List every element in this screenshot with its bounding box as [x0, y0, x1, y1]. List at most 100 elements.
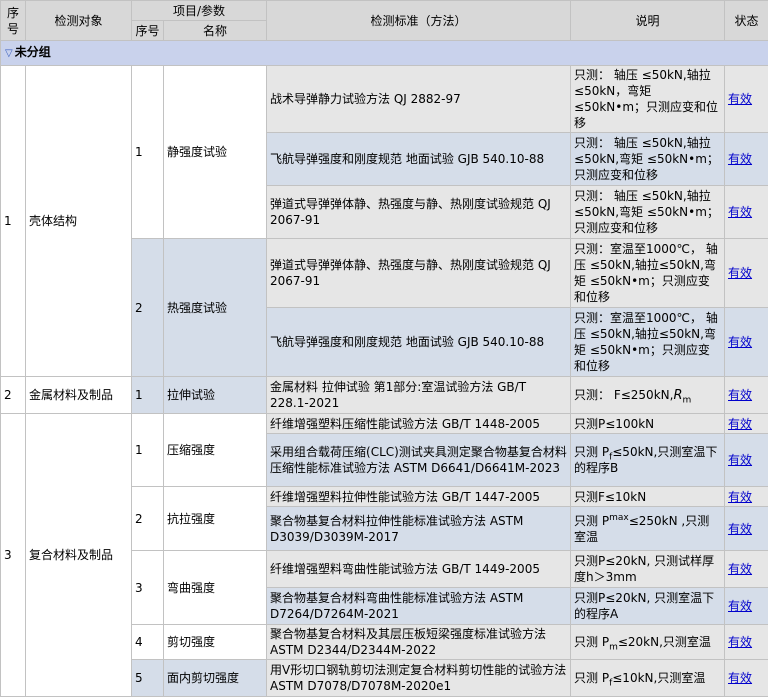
status-cell: 有效: [725, 551, 768, 588]
expand-triangle-icon[interactable]: ▽: [5, 48, 13, 59]
param-name-cell: 剪切强度: [164, 625, 267, 660]
status-link[interactable]: 有效: [728, 92, 752, 106]
table-row: 1壳体结构1静强度试验战术导弹静力试验方法 QJ 2882-97只测： 轴压 ≤…: [1, 66, 768, 133]
standard-cell: 采用组合载荷压缩(CLC)测试夹具测定聚合物基复合材料压缩性能标准试验方法 AS…: [267, 434, 571, 487]
note-text: ≤10kN,只测室温: [612, 671, 705, 685]
standard-cell: 纤维增强塑料弯曲性能试验方法 GB/T 1449-2005: [267, 551, 571, 588]
status-cell: 有效: [725, 239, 768, 308]
note-text: 只测 P: [574, 514, 609, 528]
status-link[interactable]: 有效: [728, 205, 752, 219]
header-param: 项目/参数: [132, 1, 267, 21]
object-seq-cell: 1: [1, 66, 26, 377]
param-seq-cell: 4: [132, 625, 164, 660]
note-superscript: max: [609, 513, 629, 523]
param-name-cell: 拉伸试验: [164, 377, 267, 414]
status-link[interactable]: 有效: [728, 522, 752, 536]
standard-cell: 弹道式导弹弹体静、热强度与静、热刚度试验规范 QJ 2067-91: [267, 239, 571, 308]
standard-cell: 飞航导弹强度和刚度规范 地面试验 GJB 540.10-88: [267, 308, 571, 377]
standards-table: 序号 检测对象 项目/参数 检测标准（方法） 说明 状态 序号 名称 ▽未分组 …: [0, 0, 768, 697]
table-row: 3复合材料及制品1压缩强度纤维增强塑料压缩性能试验方法 GB/T 1448-20…: [1, 414, 768, 434]
status-cell: 有效: [725, 507, 768, 551]
note-cell: 只测： 轴压 ≤50kN,轴拉≤50kN,弯矩 ≤50kN•m；只测应变和位移: [571, 133, 725, 186]
table-row: 2金属材料及制品1拉伸试验金属材料 拉伸试验 第1部分:室温试验方法 GB/T …: [1, 377, 768, 414]
note-cell: 只测：室温至1000℃， 轴压 ≤50kN,轴拉≤50kN,弯矩 ≤50kN•m…: [571, 308, 725, 377]
standard-cell: 纤维增强塑料压缩性能试验方法 GB/T 1448-2005: [267, 414, 571, 434]
status-cell: 有效: [725, 414, 768, 434]
standard-cell: 金属材料 拉伸试验 第1部分:室温试验方法 GB/T 228.1-2021: [267, 377, 571, 414]
status-cell: 有效: [725, 434, 768, 487]
status-link[interactable]: 有效: [728, 152, 752, 166]
standard-cell: 纤维增强塑料拉伸性能试验方法 GB/T 1447-2005: [267, 487, 571, 507]
object-seq-cell: 2: [1, 377, 26, 414]
param-seq-cell: 1: [132, 414, 164, 487]
standard-cell: 弹道式导弹弹体静、热强度与静、热刚度试验规范 QJ 2067-91: [267, 186, 571, 239]
status-cell: 有效: [725, 588, 768, 625]
header-name: 名称: [164, 21, 267, 41]
status-link[interactable]: 有效: [728, 335, 752, 349]
param-seq-cell: 2: [132, 487, 164, 551]
group-cell[interactable]: ▽未分组: [1, 41, 768, 66]
status-link[interactable]: 有效: [728, 490, 752, 504]
status-link[interactable]: 有效: [728, 266, 752, 280]
status-cell: 有效: [725, 66, 768, 133]
object-name-cell: 壳体结构: [26, 66, 132, 377]
note-cell: 只测 Pmax≤250kN ,只测室温: [571, 507, 725, 551]
note-cell: 只测P≤20kN, 只测试样厚度h＞3mm: [571, 551, 725, 588]
note-text: 只测 P: [574, 671, 609, 685]
status-link[interactable]: 有效: [728, 671, 752, 685]
object-seq-cell: 3: [1, 414, 26, 697]
status-cell: 有效: [725, 186, 768, 239]
note-text: 只测 P: [574, 445, 609, 459]
param-seq-cell: 5: [132, 660, 164, 697]
note-cell: 只测 Pf≤50kN,只测室温下的程序B: [571, 434, 725, 487]
param-seq-cell: 1: [132, 377, 164, 414]
note-cell: 只测：室温至1000℃， 轴压 ≤50kN,轴拉≤50kN,弯矩 ≤50kN•m…: [571, 239, 725, 308]
object-name-cell: 金属材料及制品: [26, 377, 132, 414]
note-text: ≤20kN,只测室温: [618, 635, 711, 649]
status-cell: 有效: [725, 133, 768, 186]
header-standard: 检测标准（方法）: [267, 1, 571, 41]
param-name-cell: 压缩强度: [164, 414, 267, 487]
status-link[interactable]: 有效: [728, 635, 752, 649]
param-seq-cell: 1: [132, 66, 164, 239]
object-name-cell: 复合材料及制品: [26, 414, 132, 697]
header-row-1: 序号 检测对象 项目/参数 检测标准（方法） 说明 状态: [1, 1, 768, 21]
status-link[interactable]: 有效: [728, 417, 752, 431]
note-text: 只测： F≤250kN,: [574, 388, 673, 402]
note-cell: 只测P≤20kN, 只测室温下的程序A: [571, 588, 725, 625]
group-row[interactable]: ▽未分组: [1, 41, 768, 66]
param-name-cell: 静强度试验: [164, 66, 267, 239]
header-sub-seq: 序号: [132, 21, 164, 41]
standard-cell: 聚合物基复合材料及其层压板短梁强度标准试验方法 ASTM D2344/D2344…: [267, 625, 571, 660]
header-object: 检测对象: [26, 1, 132, 41]
standard-cell: 聚合物基复合材料弯曲性能标准试验方法 ASTM D7264/D7264M-202…: [267, 588, 571, 625]
note-subscript: m: [682, 395, 691, 405]
param-seq-cell: 3: [132, 551, 164, 625]
status-cell: 有效: [725, 625, 768, 660]
note-cell: 只测F≤10kN: [571, 487, 725, 507]
note-cell: 只测 Pm≤20kN,只测室温: [571, 625, 725, 660]
group-label: 未分组: [15, 45, 51, 59]
standard-cell: 聚合物基复合材料拉伸性能标准试验方法 ASTM D3039/D3039M-201…: [267, 507, 571, 551]
param-seq-cell: 2: [132, 239, 164, 377]
status-link[interactable]: 有效: [728, 453, 752, 467]
param-name-cell: 抗拉强度: [164, 487, 267, 551]
status-cell: 有效: [725, 377, 768, 414]
header-note: 说明: [571, 1, 725, 41]
note-cell: 只测： F≤250kN,Rm: [571, 377, 725, 414]
note-subscript: m: [609, 642, 618, 652]
header-status: 状态: [725, 1, 768, 41]
status-cell: 有效: [725, 487, 768, 507]
note-cell: 只测： 轴压 ≤50kN,轴拉≤50kN,弯矩 ≤50kN•m；只测应变和位移: [571, 186, 725, 239]
status-cell: 有效: [725, 660, 768, 697]
param-name-cell: 面内剪切强度: [164, 660, 267, 697]
status-link[interactable]: 有效: [728, 599, 752, 613]
status-link[interactable]: 有效: [728, 388, 752, 402]
standard-cell: 战术导弹静力试验方法 QJ 2882-97: [267, 66, 571, 133]
note-cell: 只测 Pf≤10kN,只测室温: [571, 660, 725, 697]
standard-cell: 用V形切口钢轨剪切法测定复合材料剪切性能的试验方法 ASTM D7078/D70…: [267, 660, 571, 697]
status-link[interactable]: 有效: [728, 562, 752, 576]
standard-cell: 飞航导弹强度和刚度规范 地面试验 GJB 540.10-88: [267, 133, 571, 186]
header-seq: 序号: [1, 1, 26, 41]
note-cell: 只测： 轴压 ≤50kN,轴拉≤50kN，弯矩 ≤50kN•m；只测应变和位移: [571, 66, 725, 133]
